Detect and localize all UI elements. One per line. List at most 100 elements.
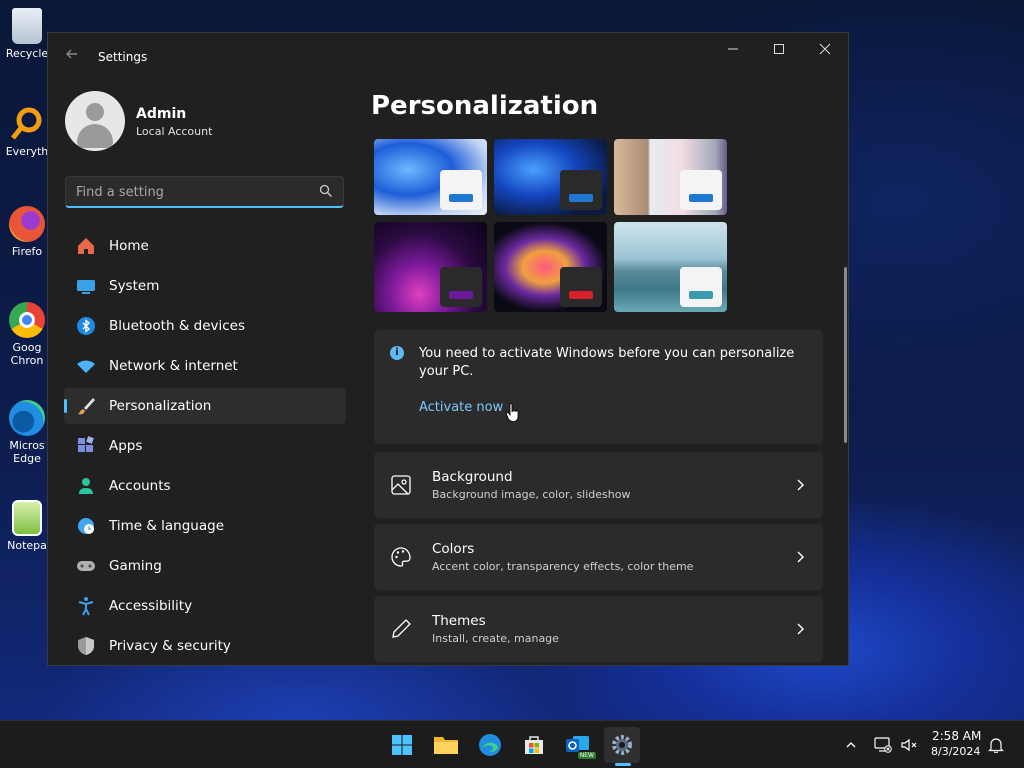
- pen-icon: [392, 619, 411, 638]
- chevron-right-icon: [797, 623, 804, 635]
- chevron-up-icon: [846, 742, 856, 748]
- sidebar-item-system[interactable]: System: [64, 268, 346, 304]
- network-tray-button[interactable]: [874, 736, 892, 754]
- gear-icon: [612, 735, 632, 755]
- sidebar-item-label: Accounts: [109, 478, 171, 494]
- profile-name: Admin: [136, 106, 187, 122]
- setting-row-themes[interactable]: Themes Install, create, manage: [374, 596, 823, 662]
- theme-preview-chip: [440, 170, 482, 210]
- edge-icon: [9, 400, 45, 436]
- theme-accent-bar: [569, 194, 593, 202]
- row-title: Background: [432, 469, 513, 485]
- clock-time[interactable]: 2:58 AM: [932, 729, 981, 743]
- search-icon[interactable]: [319, 184, 333, 198]
- sidebar-item-time-language[interactable]: Time & language: [64, 508, 346, 544]
- back-button[interactable]: [62, 47, 82, 67]
- everything-search-icon: [9, 106, 45, 142]
- desktop-icon-label: Recycle: [5, 47, 49, 60]
- avatar-head: [86, 103, 104, 121]
- maximize-button[interactable]: [764, 41, 794, 61]
- bluetooth-icon: [76, 316, 96, 336]
- setting-row-colors[interactable]: Colors Accent color, transparency effect…: [374, 524, 823, 590]
- settings-window: Settings Admin Local Account Home: [47, 32, 849, 666]
- minimize-button[interactable]: [718, 41, 748, 61]
- row-title: Themes: [432, 613, 486, 629]
- theme-accent-bar: [449, 194, 473, 202]
- desktop-icon-notepad[interactable]: Notepa: [4, 500, 50, 552]
- file-explorer-button[interactable]: [428, 727, 464, 763]
- show-hidden-icons-button[interactable]: [842, 736, 860, 754]
- search-input[interactable]: [66, 177, 306, 207]
- page-title: Personalization: [371, 91, 599, 121]
- clock-date[interactable]: 8/3/2024: [931, 745, 980, 758]
- new-badge: NEW: [577, 752, 596, 759]
- start-button[interactable]: [384, 727, 420, 763]
- theme-thumbnail[interactable]: [614, 139, 727, 215]
- recycle-bin-icon: [12, 8, 42, 44]
- theme-thumbnail[interactable]: [494, 139, 607, 215]
- sidebar-item-label: Apps: [109, 438, 143, 454]
- row-title: Colors: [432, 541, 475, 557]
- desktop-icon-firefox[interactable]: Firefo: [4, 206, 50, 258]
- search-box[interactable]: [65, 176, 344, 208]
- sidebar-item-label: Personalization: [109, 398, 212, 414]
- close-icon: [819, 43, 831, 55]
- desktop-icon-recycle-bin[interactable]: Recycle: [4, 8, 50, 60]
- outlook-button[interactable]: NEW: [560, 727, 596, 763]
- app-title: Settings: [98, 50, 148, 64]
- theme-preview-chip: [560, 267, 602, 307]
- edge-button[interactable]: [472, 727, 508, 763]
- chrome-icon: [9, 302, 45, 338]
- gamepad-icon: [76, 556, 96, 576]
- activate-now-link[interactable]: Activate now: [419, 400, 503, 415]
- theme-preview-chip: [680, 267, 722, 307]
- sidebar-item-label: Home: [109, 238, 149, 254]
- theme-thumbnail[interactable]: [374, 222, 487, 312]
- profile-account-type: Local Account: [136, 125, 213, 138]
- notepad-icon: [12, 500, 42, 536]
- scrollbar[interactable]: [844, 267, 847, 443]
- notifications-button[interactable]: [987, 736, 1005, 754]
- sidebar-item-accessibility[interactable]: Accessibility: [64, 588, 346, 624]
- globe-icon: [76, 516, 96, 536]
- hand-cursor-icon: [506, 403, 519, 423]
- microsoft-store-button[interactable]: [516, 727, 552, 763]
- minimize-icon: [728, 48, 738, 50]
- setting-row-background[interactable]: Background Background image, color, slid…: [374, 452, 823, 518]
- desktop-icon-edge[interactable]: Micros Edge: [4, 400, 50, 465]
- theme-thumbnail[interactable]: [614, 222, 727, 312]
- system-icon: [76, 276, 96, 296]
- sidebar-item-accounts[interactable]: Accounts: [64, 468, 346, 504]
- windows-logo-icon: [392, 735, 412, 755]
- theme-thumbnail[interactable]: [374, 139, 487, 215]
- desktop-icon-label: Micros Edge: [9, 439, 45, 465]
- sidebar-item-apps[interactable]: Apps: [64, 428, 346, 464]
- title-bar[interactable]: Settings: [48, 33, 848, 81]
- theme-thumbnail[interactable]: [494, 222, 607, 312]
- close-button[interactable]: [810, 41, 840, 61]
- chevron-right-icon: [797, 551, 804, 563]
- avatar[interactable]: [65, 91, 125, 151]
- desktop-icon-everything[interactable]: Everyth: [4, 106, 50, 158]
- shield-icon: [76, 636, 96, 656]
- desktop-icon-label: Notepa: [7, 539, 47, 552]
- volume-tray-button[interactable]: [900, 736, 918, 754]
- desktop-icon-label: Everyth: [5, 145, 49, 158]
- desktop-icon-label: Goog Chron: [10, 341, 44, 367]
- back-arrow-icon: [66, 49, 77, 59]
- home-icon: [76, 236, 96, 256]
- desktop-icon-chrome[interactable]: Goog Chron: [4, 302, 50, 367]
- accounts-icon: [76, 476, 96, 496]
- sidebar-item-network[interactable]: Network & internet: [64, 348, 346, 384]
- settings-taskbar-button[interactable]: [604, 727, 640, 763]
- row-subtitle: Background image, color, slideshow: [432, 488, 631, 501]
- sidebar-item-personalization[interactable]: Personalization: [64, 388, 346, 424]
- image-icon: [391, 475, 411, 495]
- sidebar-item-privacy-security[interactable]: Privacy & security: [64, 628, 346, 664]
- sidebar-item-gaming[interactable]: Gaming: [64, 548, 346, 584]
- wifi-icon: [76, 356, 96, 376]
- sidebar-item-label: Gaming: [109, 558, 162, 574]
- sidebar-item-home[interactable]: Home: [64, 228, 346, 264]
- info-icon: i: [390, 346, 404, 360]
- sidebar-item-bluetooth[interactable]: Bluetooth & devices: [64, 308, 346, 344]
